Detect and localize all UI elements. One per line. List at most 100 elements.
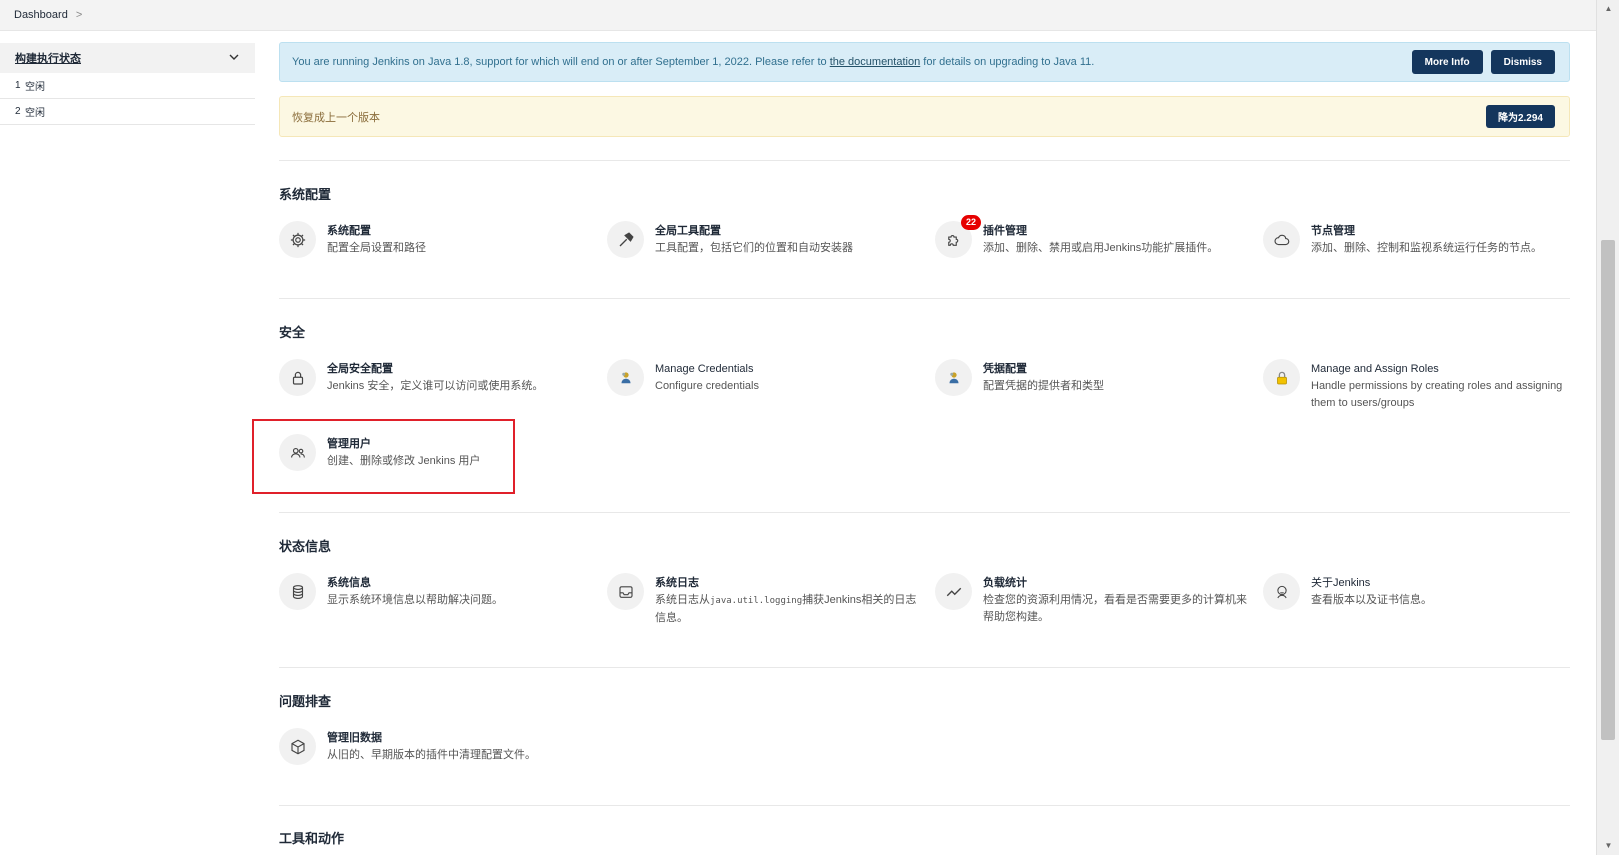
item-title: 管理旧数据	[327, 732, 382, 744]
item-desc: 创建、删除或修改 Jenkins 用户	[327, 455, 481, 467]
item-desc-line2: 帮助您构建。	[983, 611, 1049, 623]
manage-item-load-stats[interactable]: 负载统计检查您的资源利用情况，看看是否需要更多的计算机来 帮助您构建。	[935, 573, 1247, 626]
item-title: 系统信息	[327, 577, 371, 589]
item-title: 节点管理	[1311, 225, 1355, 237]
item-title: Manage Credentials	[655, 363, 754, 375]
executor-panel-header[interactable]: 构建执行状态	[0, 43, 255, 73]
executor-status: 空闲	[25, 108, 45, 119]
executor-row: 2 空闲	[0, 99, 255, 125]
item-title: 全局工具配置	[655, 225, 721, 237]
executor-panel-title[interactable]: 构建执行状态	[15, 50, 81, 66]
scroll-down-icon[interactable]: ▼	[1597, 839, 1619, 853]
credentials-icon	[935, 359, 972, 396]
section-divider	[279, 298, 1570, 299]
padlock-icon	[1263, 359, 1300, 396]
manage-item-about-jenkins[interactable]: 关于Jenkins 查看版本以及证书信息。	[1263, 573, 1432, 610]
section-divider	[279, 805, 1570, 806]
item-desc: 查看版本以及证书信息。	[1311, 594, 1432, 606]
executor-status: 空闲	[25, 82, 45, 93]
java-alert-message: You are running Jenkins on Java 1.8, sup…	[292, 56, 1404, 68]
scroll-thumb[interactable]	[1601, 240, 1615, 740]
more-info-button[interactable]: More Info	[1411, 50, 1483, 74]
manage-item-assign-roles[interactable]: Manage and Assign Roles Handle permission…	[1263, 359, 1562, 412]
log-desc-suffix: 捕获Jenkins相关的日志	[802, 594, 917, 606]
breadcrumb-dashboard[interactable]: Dashboard	[14, 9, 68, 21]
section-divider	[279, 160, 1570, 161]
inbox-icon	[607, 573, 644, 610]
breadcrumb-bar: Dashboard >	[0, 0, 1596, 31]
main-content: You are running Jenkins on Java 1.8, sup…	[279, 42, 1570, 137]
section-title-system-config: 系统配置	[279, 187, 332, 202]
manage-item-global-tools[interactable]: 全局工具配置工具配置，包括它们的位置和自动安装器	[607, 221, 853, 258]
executor-number: 2	[15, 106, 21, 117]
item-title: 全局安全配置	[327, 363, 393, 375]
plugin-update-badge: 22	[961, 215, 981, 230]
log-desc-code: java.util.logging	[710, 596, 803, 606]
line-chart-icon	[935, 573, 972, 610]
section-title-status: 状态信息	[279, 539, 332, 554]
cloud-icon	[1263, 221, 1300, 258]
manage-item-old-data[interactable]: 管理旧数据从旧的、早期版本的插件中清理配置文件。	[279, 728, 536, 765]
manage-item-global-security[interactable]: 全局安全配置 Jenkins 安全，定义谁可以访问或使用系统。	[279, 359, 543, 396]
manage-item-plugins[interactable]: 22 插件管理添加、删除、禁用或启用Jenkins功能扩展插件。	[935, 215, 1219, 258]
item-desc: 工具配置，包括它们的位置和自动安装器	[655, 242, 853, 254]
dismiss-button[interactable]: Dismiss	[1490, 50, 1555, 74]
executor-number: 1	[15, 80, 21, 91]
java-version-alert: You are running Jenkins on Java 1.8, sup…	[279, 42, 1570, 82]
java-alert-text: You are running Jenkins on Java 1.8, sup…	[292, 56, 830, 68]
item-title: 管理用户	[327, 438, 371, 450]
item-title: Manage and Assign Roles	[1311, 363, 1439, 375]
executor-row: 1 空闲	[0, 73, 255, 99]
item-title: 系统配置	[327, 225, 371, 237]
item-title: 关于Jenkins	[1311, 577, 1371, 589]
item-desc: 系统日志从java.util.logging捕获Jenkins相关的日志	[655, 592, 916, 610]
sidebar: 构建执行状态 1 空闲 2 空闲	[0, 43, 255, 125]
item-desc: Handle permissions by creating roles and…	[1311, 380, 1563, 392]
item-desc: 添加、删除、禁用或启用Jenkins功能扩展插件。	[983, 242, 1219, 254]
manage-item-system-log[interactable]: 系统日志系统日志从java.util.logging捕获Jenkins相关的日志…	[607, 573, 916, 627]
item-desc: 显示系统环境信息以帮助解决问题。	[327, 594, 503, 606]
lock-icon	[279, 359, 316, 396]
section-title-security: 安全	[279, 325, 306, 340]
item-desc: 添加、删除、控制和监视系统运行任务的节点。	[1311, 242, 1542, 254]
item-desc: 检查您的资源利用情况，看看是否需要更多的计算机来	[983, 594, 1247, 606]
section-title-tools: 工具和动作	[279, 831, 345, 846]
scroll-up-icon[interactable]: ▲	[1597, 2, 1619, 16]
item-title: 插件管理	[983, 225, 1027, 237]
item-title: 系统日志	[655, 577, 699, 589]
manage-item-credentials[interactable]: Manage Credentials Configure credentials	[607, 359, 759, 396]
item-desc: Jenkins 安全，定义谁可以访问或使用系统。	[327, 380, 544, 392]
credentials-icon	[607, 359, 644, 396]
item-desc: Configure credentials	[655, 380, 759, 392]
manage-item-credential-providers[interactable]: 凭据配置配置凭据的提供者和类型	[935, 359, 1104, 396]
section-title-troubleshoot: 问题排查	[279, 694, 332, 709]
hammer-icon	[607, 221, 644, 258]
manage-item-nodes[interactable]: 节点管理添加、删除、控制和监视系统运行任务的节点。	[1263, 221, 1542, 258]
section-divider	[279, 512, 1570, 513]
gear-icon	[279, 221, 316, 258]
item-desc: 配置全局设置和路径	[327, 242, 426, 254]
jenkins-icon	[1263, 573, 1300, 610]
item-title: 负载统计	[983, 577, 1027, 589]
breadcrumb-separator-icon[interactable]: >	[76, 9, 82, 21]
java-alert-text-end: for details on upgrading to Java 11.	[920, 56, 1095, 68]
chevron-down-icon[interactable]	[229, 51, 239, 65]
users-icon	[279, 434, 316, 471]
page-scrollbar[interactable]: ▲ ▼	[1596, 0, 1619, 855]
manage-item-users[interactable]: 管理用户创建、删除或修改 Jenkins 用户	[279, 434, 480, 471]
puzzle-icon: 22	[935, 215, 981, 258]
restore-version-alert: 恢复成上一个版本 降为2.294	[279, 96, 1570, 137]
item-desc: 从旧的、早期版本的插件中清理配置文件。	[327, 749, 536, 761]
item-desc-line2: 信息。	[655, 612, 688, 624]
item-title: 凭据配置	[983, 363, 1027, 375]
box-icon	[279, 728, 316, 765]
section-divider	[279, 667, 1570, 668]
manage-item-system-config[interactable]: 系统配置配置全局设置和路径	[279, 221, 426, 258]
item-desc-line2: them to users/groups	[1311, 397, 1415, 409]
downgrade-button[interactable]: 降为2.294	[1485, 105, 1555, 128]
item-desc: 配置凭据的提供者和类型	[983, 380, 1104, 392]
database-icon	[279, 573, 316, 610]
documentation-link[interactable]: the documentation	[830, 56, 921, 68]
item-title-wrap: 系统日志	[655, 575, 916, 592]
manage-item-system-info[interactable]: 系统信息显示系统环境信息以帮助解决问题。	[279, 573, 503, 610]
